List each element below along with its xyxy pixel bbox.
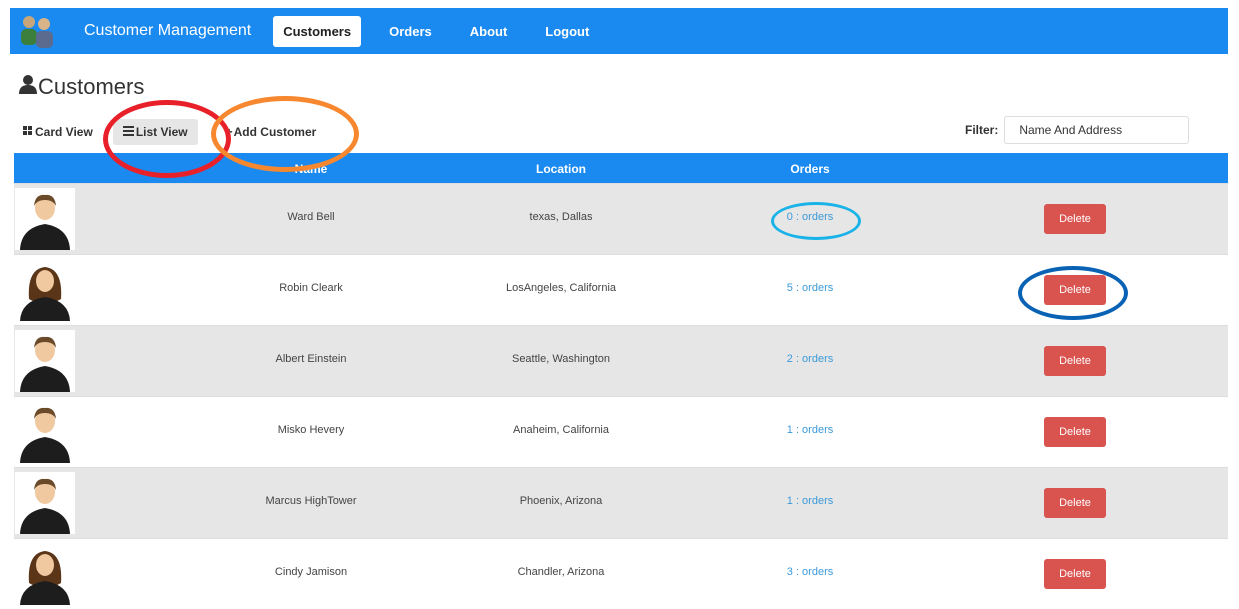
delete-button[interactable]: Delete [1044, 346, 1106, 376]
customer-location: LosAngeles, California [505, 282, 617, 294]
plus-icon: + [225, 125, 233, 139]
table-row: Cindy Jamison Chandler, Arizona 3 : orde… [14, 538, 1228, 609]
customer-location: Anaheim, California [513, 424, 609, 436]
filter-input[interactable] [1004, 116, 1190, 144]
orders-link[interactable]: 1 : orders [787, 424, 833, 436]
customer-name: Albert Einstein [275, 353, 347, 365]
customer-name: Cindy Jamison [274, 566, 348, 578]
table-row: Misko Hevery Anaheim, California 1 : ord… [14, 396, 1228, 467]
nav-about[interactable]: About [460, 16, 518, 47]
customer-location: texas, Dallas [529, 211, 593, 223]
customer-name: Robin Cleark [279, 282, 343, 294]
card-view-button[interactable]: Card View [15, 119, 101, 145]
customer-location: Seattle, Washington [511, 353, 611, 365]
brand-name[interactable]: Customer Management [84, 22, 251, 40]
user-icon [18, 74, 38, 100]
male-avatar-icon [15, 472, 75, 534]
column-header-location[interactable]: Location [536, 162, 586, 176]
table-row: Robin Cleark LosAngeles, California 5 : … [14, 254, 1228, 325]
add-customer-button[interactable]: + Add Customer [218, 119, 325, 145]
column-header-name[interactable]: Name [295, 162, 328, 176]
grid-icon [23, 125, 35, 139]
delete-button[interactable]: Delete [1044, 559, 1106, 589]
customer-location: Chandler, Arizona [517, 566, 605, 578]
list-view-button[interactable]: List View [112, 119, 198, 145]
filter-label: Filter: [965, 123, 999, 137]
orders-link[interactable]: 5 : orders [787, 282, 833, 294]
orders-link[interactable]: 1 : orders [787, 495, 833, 507]
customer-name: Ward Bell [287, 211, 335, 223]
male-avatar-icon [15, 330, 75, 392]
table-row: Marcus HighTower Phoenix, Arizona 1 : or… [14, 467, 1228, 538]
nav-customers[interactable]: Customers [273, 15, 362, 47]
filter-group: Filter: [965, 116, 1190, 144]
delete-button[interactable]: Delete [1044, 204, 1106, 234]
table-row: Ward Bell texas, Dallas 0 : orders Delet… [14, 183, 1228, 254]
delete-button[interactable]: Delete [1044, 417, 1106, 447]
orders-link[interactable]: 0 : orders [787, 211, 833, 223]
customer-name: Misko Hevery [277, 424, 345, 436]
customers-logo-icon[interactable] [16, 10, 58, 52]
table-row: Albert Einstein Seattle, Washington 2 : … [14, 325, 1228, 396]
navbar: Customer Management Customers Orders Abo… [10, 8, 1228, 54]
female-avatar-icon [15, 543, 75, 605]
delete-button[interactable]: Delete [1044, 488, 1106, 518]
customer-name: Marcus HighTower [265, 495, 357, 507]
view-toolbar: Card View List View + Add Customer [15, 118, 324, 146]
column-header-orders[interactable]: Orders [790, 162, 829, 176]
male-avatar-icon [15, 188, 75, 250]
orders-link[interactable]: 3 : orders [787, 566, 833, 578]
customer-location: Phoenix, Arizona [519, 495, 603, 507]
page-title: Customers [18, 74, 144, 100]
male-avatar-icon [15, 401, 75, 463]
table-header: Name Location Orders [14, 153, 1228, 183]
delete-button[interactable]: Delete [1044, 275, 1106, 305]
nav-orders[interactable]: Orders [379, 16, 442, 47]
card-view-label: Card View [35, 125, 93, 139]
page-title-text: Customers [38, 74, 145, 99]
nav-logout[interactable]: Logout [535, 16, 599, 47]
female-avatar-icon [15, 259, 75, 321]
list-icon [122, 125, 136, 139]
list-view-label: List View [135, 125, 188, 139]
add-customer-label: Add Customer [233, 125, 317, 139]
orders-link[interactable]: 2 : orders [787, 353, 833, 365]
